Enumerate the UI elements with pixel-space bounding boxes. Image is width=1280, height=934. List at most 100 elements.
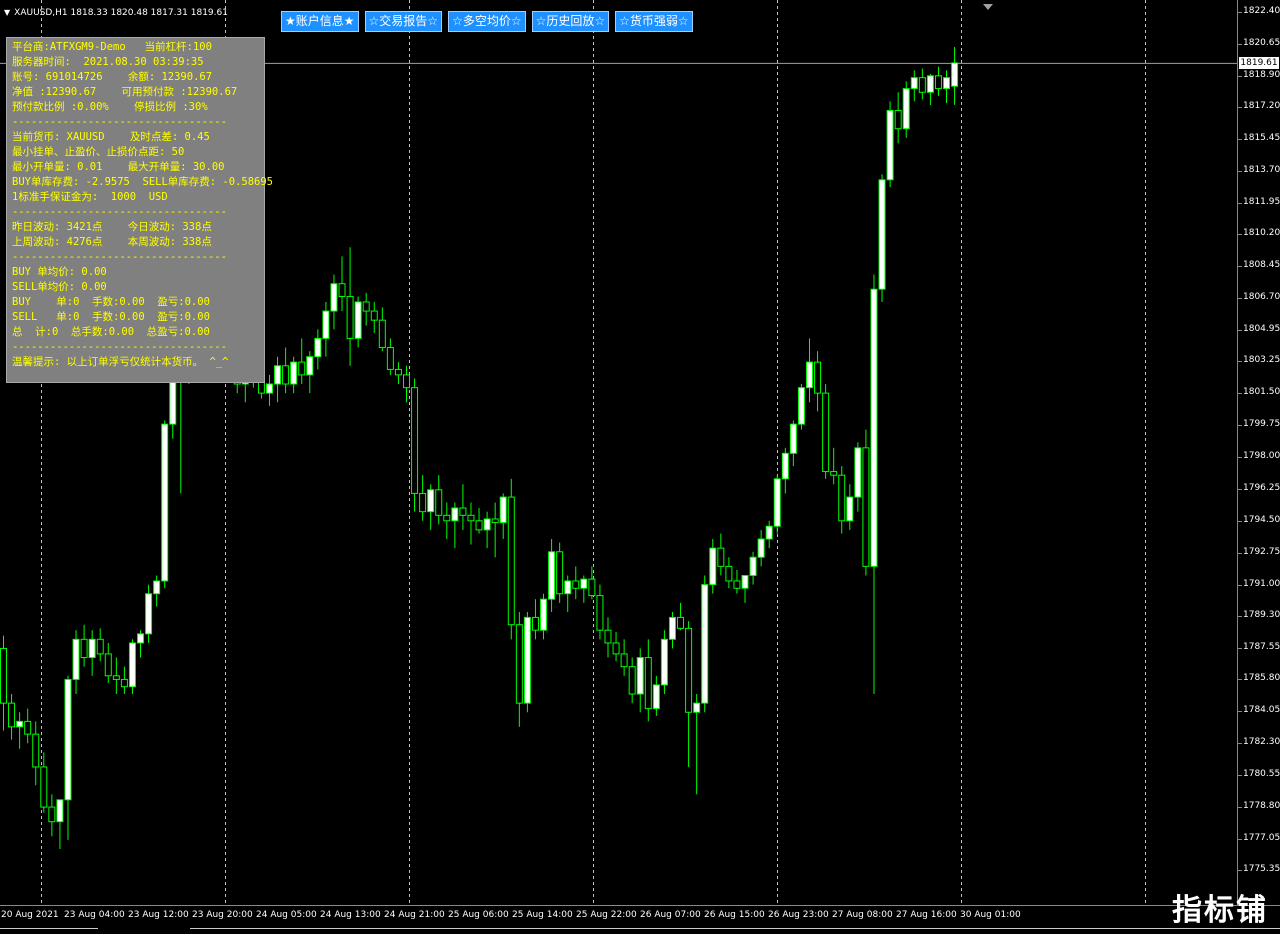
price-label: 1777.05 <box>1243 832 1280 843</box>
candle-bear <box>282 365 290 385</box>
candle-bull <box>652 684 660 710</box>
currency-strength-button[interactable]: ☆货币强弱☆ <box>615 11 693 32</box>
symbol-header: ▼ XAUUSD,H1 1818.33 1820.48 1817.31 1819.… <box>4 8 228 18</box>
candle-bear <box>346 295 354 339</box>
price-label: 1792.75 <box>1243 546 1280 557</box>
candle-bull <box>757 538 765 558</box>
trade-report-button[interactable]: ☆交易报告☆ <box>364 11 443 32</box>
candle-bear <box>918 77 926 93</box>
price-tick <box>1238 743 1242 745</box>
price-label: 1804.95 <box>1243 324 1280 335</box>
time-label: 27 Aug 16:00 <box>896 910 957 920</box>
candle-bull <box>878 179 886 290</box>
candle-bear <box>596 595 604 631</box>
candle-bull <box>16 720 24 728</box>
price-tick <box>1238 138 1242 140</box>
time-label: 30 Aug 01:00 <box>960 910 1021 920</box>
candle-bull <box>870 288 878 567</box>
candle-bear <box>338 283 346 297</box>
candle-bull <box>64 678 72 801</box>
candle-bull <box>668 616 676 640</box>
price-tick <box>1238 266 1242 268</box>
info-line: 温馨提示: 以上订单浮亏仅统计本货币。 ^_^ <box>12 356 229 368</box>
candle-bear <box>419 492 427 513</box>
price-tick <box>1238 647 1242 649</box>
info-line: 上周波动: 4276点 本周波动: 338点 <box>12 236 212 248</box>
price-label: 1782.30 <box>1243 737 1280 748</box>
price-tick <box>1238 488 1242 490</box>
time-label: 27 Aug 08:00 <box>832 910 893 920</box>
candle-bull <box>306 356 314 376</box>
candle-bear <box>8 702 16 728</box>
price-tick <box>1238 43 1242 45</box>
price-label: 1789.30 <box>1243 609 1280 620</box>
candle-bear <box>556 551 564 595</box>
price-label: 1811.95 <box>1243 196 1280 207</box>
price-label: 1803.25 <box>1243 355 1280 366</box>
price-tick <box>1238 330 1242 332</box>
candle-bull <box>499 496 507 524</box>
info-line: SELL单均价: 0.00 <box>12 281 107 293</box>
candle-bear <box>403 374 410 389</box>
candle-bull <box>854 447 862 498</box>
candle-bear <box>862 447 870 567</box>
info-line: 昨日波动: 3421点 今日波动: 338点 <box>12 221 212 233</box>
candle-bull <box>693 702 701 713</box>
account-info-button[interactable]: ★账户信息★ <box>281 11 359 32</box>
price-label: 1791.00 <box>1243 578 1280 589</box>
candle-bear <box>628 666 636 695</box>
candle-bear <box>531 616 539 631</box>
time-label: 24 Aug 13:00 <box>320 910 381 920</box>
price-label: 1806.70 <box>1243 292 1280 303</box>
history-replay-button[interactable]: ☆历史回放☆ <box>531 11 610 32</box>
candle-bear <box>822 392 830 473</box>
status-segment <box>190 928 1280 934</box>
time-label: 26 Aug 23:00 <box>768 910 829 920</box>
candle-bear <box>830 471 838 476</box>
candle-bull <box>274 365 282 385</box>
candle-bear <box>475 520 483 531</box>
candle-bull <box>322 310 330 339</box>
candle-bull <box>773 478 781 527</box>
candle-bear <box>934 75 942 90</box>
candle-bull <box>145 593 153 635</box>
info-line: 预付款比例 :0.00% 停损比例 :30% <box>12 101 208 113</box>
price-label: 1787.55 <box>1243 641 1280 652</box>
candle-bull <box>354 301 362 339</box>
price-label: 1810.20 <box>1243 228 1280 239</box>
price-axis[interactable]: 1822.40 1820.65 1818.90 1817.20 1815.45 1813.… <box>1237 0 1280 905</box>
price-label: 1808.45 <box>1243 260 1280 271</box>
time-label: 25 Aug 06:00 <box>448 910 509 920</box>
candle-bear <box>443 514 451 522</box>
bottom-status-strip <box>0 928 1280 933</box>
candle-bear <box>80 638 88 659</box>
candle-bull <box>548 551 556 600</box>
candle-bull <box>451 507 459 522</box>
candle-bull <box>88 638 96 659</box>
candle-bear <box>644 657 652 710</box>
price-label: 1794.50 <box>1243 514 1280 525</box>
candle-bear <box>32 733 40 768</box>
info-line: 1标准手保证金为: 1000 USD <box>12 191 168 203</box>
candle-bear <box>48 806 56 823</box>
candle-bull <box>290 361 298 385</box>
price-label: 1796.25 <box>1243 482 1280 493</box>
collapse-triangle-icon[interactable]: ▼ <box>4 8 10 17</box>
candle-bull <box>636 657 644 695</box>
price-tick <box>1238 870 1242 871</box>
info-line: 总 计:0 总手数:0.00 总盈亏:0.00 <box>12 326 210 338</box>
price-label: 1799.75 <box>1243 419 1280 430</box>
price-tick <box>1238 12 1242 13</box>
candle-bear <box>572 580 580 589</box>
price-tick <box>1238 711 1242 713</box>
time-label: 25 Aug 22:00 <box>576 910 637 920</box>
candle-bull <box>806 361 813 389</box>
account-info-panel: 平台商:ATFXGM9-Demo 当前杠杆:100 服务器时间: 2021.08.… <box>6 37 273 383</box>
candle-bull <box>765 525 773 540</box>
price-tick <box>1238 298 1242 300</box>
long-short-average-button[interactable]: ☆多空均价☆ <box>448 11 526 32</box>
candle-bull <box>128 642 136 688</box>
candle-bull <box>540 598 548 631</box>
status-segment <box>0 928 98 934</box>
price-label: 1784.05 <box>1243 705 1280 716</box>
